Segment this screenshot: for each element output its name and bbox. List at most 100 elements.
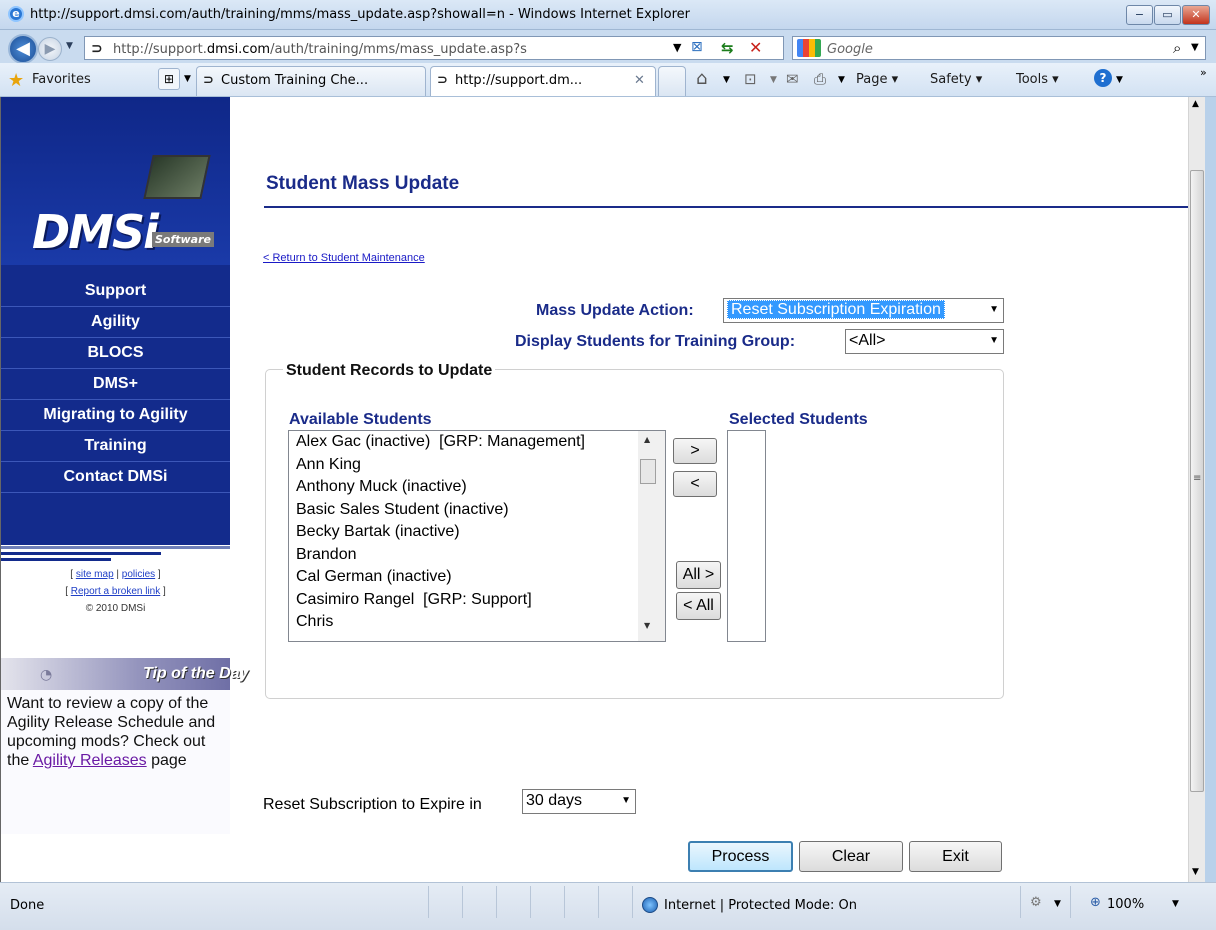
remove-all-button[interactable]: < All bbox=[676, 592, 721, 620]
status-divider bbox=[564, 886, 565, 918]
sidebar-item-blocs[interactable]: BLOCS bbox=[1, 338, 230, 369]
sidebar-item-contact[interactable]: Contact DMSi bbox=[1, 462, 230, 493]
window-title: http://support.dmsi.com/auth/training/mm… bbox=[30, 7, 691, 22]
page-menu[interactable]: Page ▾ bbox=[856, 72, 898, 87]
print-dropdown-icon[interactable]: ▼ bbox=[838, 75, 845, 85]
page-vertical-scrollbar[interactable]: ▲ ≡ ▼ bbox=[1188, 97, 1205, 882]
home-icon[interactable]: ⌂ bbox=[696, 68, 707, 89]
available-list-scrollbar[interactable]: ▲ ▼ bbox=[638, 431, 665, 641]
recent-pages-dropdown-icon[interactable]: ▼ bbox=[66, 41, 73, 51]
selected-students-list[interactable] bbox=[727, 430, 766, 642]
scroll-down-icon[interactable]: ▼ bbox=[1192, 867, 1199, 877]
mail-icon[interactable]: ✉ bbox=[786, 70, 799, 88]
status-divider bbox=[428, 886, 429, 918]
mass-update-action-select[interactable]: Reset Subscription Expiration ▼ bbox=[723, 298, 1004, 323]
clear-button[interactable]: Clear bbox=[799, 841, 903, 872]
stop-icon[interactable]: ✕ bbox=[749, 38, 762, 57]
zoom-dropdown-icon[interactable]: ▼ bbox=[1172, 899, 1179, 909]
list-item[interactable]: Alex Gac (inactive) [GRP: Management] bbox=[296, 431, 665, 454]
available-students-list[interactable]: Alex Gac (inactive) [GRP: Management] An… bbox=[288, 430, 666, 642]
policies-link[interactable]: policies bbox=[122, 569, 155, 580]
close-button[interactable]: ✕ bbox=[1182, 5, 1210, 25]
remove-selected-button[interactable]: < bbox=[673, 471, 717, 497]
maximize-button[interactable]: ▭ bbox=[1154, 5, 1181, 25]
favorites-button[interactable]: Favorites bbox=[32, 72, 91, 87]
agility-releases-link[interactable]: Agility Releases bbox=[33, 752, 147, 769]
forward-button[interactable]: ▶ bbox=[38, 37, 62, 61]
toolbar-overflow-icon[interactable]: » bbox=[1200, 66, 1207, 79]
security-zone-text[interactable]: Internet | Protected Mode: On bbox=[664, 898, 857, 913]
list-item[interactable]: Chris bbox=[296, 611, 665, 634]
heading-rule bbox=[264, 206, 1188, 208]
new-tab-button[interactable] bbox=[658, 66, 686, 96]
status-divider bbox=[598, 886, 599, 918]
add-all-button[interactable]: All > bbox=[676, 561, 721, 589]
safety-menu-label: Safety bbox=[930, 72, 972, 87]
back-button[interactable]: ◀ bbox=[8, 34, 38, 64]
copyright-text: © 2010 DMSi bbox=[85, 603, 146, 614]
help-icon[interactable]: ? bbox=[1094, 69, 1112, 87]
zoom-icon[interactable]: ⊕ bbox=[1090, 895, 1101, 910]
add-selected-button[interactable]: > bbox=[673, 438, 717, 464]
protected-mode-dropdown-icon[interactable]: ▼ bbox=[1054, 899, 1061, 909]
status-divider bbox=[632, 886, 633, 918]
list-item[interactable]: Anthony Muck (inactive) bbox=[296, 476, 665, 499]
sidebar-item-dmsplus[interactable]: DMS+ bbox=[1, 369, 230, 400]
scroll-down-icon[interactable]: ▼ bbox=[644, 621, 650, 630]
process-button[interactable]: Process bbox=[688, 841, 793, 872]
tools-menu[interactable]: Tools ▾ bbox=[1016, 72, 1059, 87]
tab-custom-training[interactable]: ⊃ Custom Training Che... bbox=[196, 66, 426, 96]
status-divider bbox=[530, 886, 531, 918]
tab-close-icon[interactable]: ✕ bbox=[634, 67, 645, 95]
list-item[interactable]: Basic Sales Student (inactive) bbox=[296, 499, 665, 522]
site-map-link[interactable]: site map bbox=[76, 569, 114, 580]
status-divider bbox=[1070, 886, 1071, 918]
zoom-level[interactable]: 100% bbox=[1107, 897, 1144, 912]
internet-zone-icon bbox=[642, 897, 658, 913]
sidebar-item-agility[interactable]: Agility bbox=[1, 307, 230, 338]
safety-menu[interactable]: Safety ▾ bbox=[930, 72, 982, 87]
laptop-icon bbox=[143, 155, 211, 199]
protected-mode-icon[interactable]: ⚙ bbox=[1030, 895, 1042, 910]
quick-tabs-icon[interactable]: ⊞ bbox=[158, 68, 180, 90]
tab-label: Custom Training Che... bbox=[221, 73, 369, 88]
list-item[interactable]: Becky Bartak (inactive) bbox=[296, 521, 665, 544]
selected-expire-value: 30 days bbox=[526, 792, 583, 809]
sidebar-item-support[interactable]: Support bbox=[1, 276, 230, 307]
print-icon[interactable]: ⎙ bbox=[814, 70, 826, 88]
scroll-up-icon[interactable]: ▲ bbox=[1192, 99, 1199, 109]
list-item[interactable]: Ann King bbox=[296, 454, 665, 477]
report-broken-link[interactable]: Report a broken link bbox=[71, 586, 161, 597]
help-dropdown-icon[interactable]: ▼ bbox=[1116, 75, 1123, 85]
address-bar[interactable]: ⊃ http://support.dmsi.com/auth/training/… bbox=[84, 36, 784, 60]
dmsi-logo-text: DMSi bbox=[32, 205, 159, 259]
return-to-student-maintenance-link[interactable]: < Return to Student Maintenance bbox=[263, 252, 425, 264]
exit-button[interactable]: Exit bbox=[909, 841, 1002, 872]
sidebar-footer: [ site map | policies ] [ Report a broke… bbox=[1, 566, 230, 617]
minimize-button[interactable]: − bbox=[1126, 5, 1153, 25]
feeds-dropdown-icon[interactable]: ▼ bbox=[770, 75, 777, 85]
feeds-icon[interactable]: ⊡ bbox=[744, 70, 757, 88]
compatibility-view-icon[interactable]: ⊠ bbox=[691, 39, 703, 55]
list-item[interactable]: Cal German (inactive) bbox=[296, 566, 665, 589]
google-logo-icon bbox=[797, 39, 821, 57]
search-options-dropdown-icon[interactable]: ▼ bbox=[1191, 42, 1199, 53]
tab-list-dropdown-icon[interactable]: ▼ bbox=[184, 74, 191, 84]
scrollbar-thumb[interactable] bbox=[640, 459, 656, 484]
tip-title: Tip of the Day bbox=[143, 665, 249, 682]
home-dropdown-icon[interactable]: ▼ bbox=[723, 75, 730, 85]
refresh-icon[interactable]: ⇆ bbox=[721, 39, 734, 57]
address-dropdown-icon[interactable]: ▼ bbox=[673, 41, 681, 54]
training-group-select[interactable]: <All> ▼ bbox=[845, 329, 1004, 354]
tab-support-dmsi[interactable]: ⊃ http://support.dm... ✕ bbox=[430, 66, 656, 96]
sidebar-item-training[interactable]: Training bbox=[1, 431, 230, 462]
list-item[interactable]: Casimiro Rangel [GRP: Support] bbox=[296, 589, 665, 612]
scroll-up-icon[interactable]: ▲ bbox=[644, 435, 650, 444]
expire-days-select[interactable]: 30 days ▼ bbox=[522, 789, 636, 814]
sidebar-item-migrating[interactable]: Migrating to Agility bbox=[1, 400, 230, 431]
list-item[interactable]: Brandon bbox=[296, 544, 665, 567]
search-box[interactable]: Google ⌕ ▼ bbox=[792, 36, 1206, 60]
favorites-star-icon[interactable]: ★ bbox=[8, 70, 24, 91]
address-url: http://support.dmsi.com/auth/training/mm… bbox=[113, 42, 527, 57]
search-icon[interactable]: ⌕ bbox=[1173, 39, 1181, 57]
